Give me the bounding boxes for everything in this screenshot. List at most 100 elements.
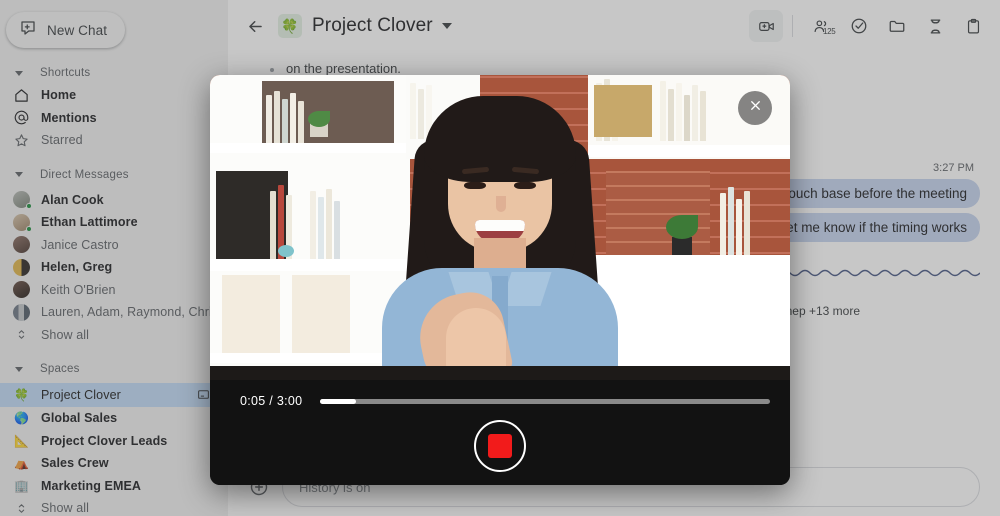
tasks-button[interactable]: [842, 10, 876, 42]
star-icon: [13, 132, 30, 149]
sidebar-item-label: Ethan Lattimore: [41, 215, 138, 230]
sidebar-item-label: Global Sales: [41, 411, 118, 426]
playback-row: 0:05 / 3:00: [210, 380, 790, 408]
clipboard-button[interactable]: [956, 10, 990, 42]
sidebar-item-group-lauren[interactable]: Lauren, Adam, Raymond, Christian: [0, 301, 239, 324]
video-scene: [210, 75, 790, 380]
files-button[interactable]: [880, 10, 914, 42]
avatar-group: [13, 258, 30, 276]
outgoing-message-group: 3:27 PM touch base before the meeting Le…: [765, 162, 981, 318]
presence-online-dot: [26, 225, 32, 232]
topbar: 🍀 Project Clover 125: [228, 0, 1000, 52]
sidebar-section-spaces[interactable]: Spaces: [0, 358, 228, 380]
sidebar-item-label: Sales Crew: [41, 456, 109, 471]
chevron-down-icon: [15, 70, 23, 76]
section-label-direct-messages: Direct Messages: [40, 168, 129, 181]
topbar-actions: 125: [745, 10, 990, 42]
new-chat-label: New Chat: [47, 22, 108, 38]
sidebar-item-alan-cook[interactable]: Alan Cook: [0, 189, 222, 212]
chat-app-window: New Chat Shortcuts Home Mentions Starred: [0, 0, 1000, 516]
section-label-shortcuts: Shortcuts: [40, 67, 91, 79]
clover-emoji-icon: 🍀: [14, 388, 29, 402]
at-mention-icon: [13, 109, 30, 126]
message-item: on the presentation.: [248, 52, 980, 76]
sidebar-section-shortcuts[interactable]: Shortcuts: [0, 62, 228, 84]
person-silhouette: [350, 80, 650, 380]
sidebar-item-global-sales[interactable]: 🌎 Global Sales: [0, 407, 222, 430]
sidebar-item-label: Project Clover Leads: [41, 433, 168, 448]
expand-chevrons-icon: [13, 500, 30, 516]
message-text: on the presentation.: [286, 61, 401, 76]
sidebar-item-label: Marketing EMEA: [41, 478, 142, 493]
member-count: 125: [823, 27, 836, 36]
video-preview[interactable]: [210, 75, 790, 380]
page-title: Project Clover: [312, 15, 433, 36]
sidebar-item-label: Alan Cook: [41, 192, 104, 207]
video-controls: 0:05 / 3:00: [210, 380, 790, 485]
sidebar: New Chat Shortcuts Home Mentions Starred: [0, 0, 239, 516]
avatar: [13, 213, 32, 232]
avatar: [13, 191, 32, 210]
home-icon: [13, 87, 30, 104]
sidebar-item-ethan-lattimore[interactable]: Ethan Lattimore: [0, 211, 222, 234]
meet-hourglass-button[interactable]: [918, 10, 952, 42]
sidebar-item-mentions[interactable]: Mentions: [0, 107, 222, 130]
chevron-down-icon[interactable]: [441, 23, 452, 29]
ruler-emoji-icon: 📐: [14, 433, 29, 448]
stop-square-icon: [488, 434, 512, 458]
avatar-group: [13, 303, 30, 321]
sidebar-show-all-spaces[interactable]: Show all: [0, 497, 222, 516]
message-bubble[interactable]: Let me know if the timing works: [765, 213, 980, 242]
new-chat-icon: [19, 19, 37, 42]
sidebar-section-direct-messages[interactable]: Direct Messages: [0, 164, 228, 186]
sidebar-item-helen-greg[interactable]: Helen, Greg: [0, 256, 222, 279]
sidebar-item-label: Project Clover: [41, 388, 121, 402]
close-button[interactable]: [738, 91, 772, 125]
section-label-spaces: Spaces: [40, 363, 80, 375]
show-all-label: Show all: [41, 327, 90, 342]
back-button[interactable]: [242, 13, 268, 39]
chevron-down-icon: [15, 172, 23, 177]
sidebar-item-label: Starred: [41, 133, 83, 148]
video-recording-overlay: 0:05 / 3:00: [210, 75, 790, 485]
sidebar-item-keith-obrien[interactable]: Keith O'Brien: [0, 279, 222, 302]
typing-squiggle-icon: [779, 265, 981, 283]
presence-online-dot: [26, 203, 32, 210]
timecode-label: 0:05 / 3:00: [240, 394, 303, 408]
reactions-more-label[interactable]: nep +13 more: [786, 304, 860, 318]
add-video-button[interactable]: [749, 10, 783, 42]
room-emoji-icon: 🍀: [278, 14, 302, 38]
building-emoji-icon: 🏢: [14, 478, 29, 493]
chevron-down-icon: [15, 366, 23, 372]
sidebar-item-sales-crew[interactable]: ⛺ Sales Crew: [0, 452, 222, 475]
stop-record-button[interactable]: [474, 420, 526, 472]
sidebar-item-project-clover-leads[interactable]: 📐 Project Clover Leads: [0, 430, 222, 453]
progress-scrubber[interactable]: [320, 398, 770, 404]
sidebar-show-all-direct-messages[interactable]: Show all: [0, 324, 222, 347]
sidebar-item-label: Janice Castro: [41, 237, 119, 252]
list-bullet: [270, 68, 274, 72]
sidebar-item-home[interactable]: Home: [0, 84, 222, 107]
message-bubble[interactable]: touch base before the meeting: [771, 179, 980, 208]
sidebar-item-label: Home: [41, 88, 77, 103]
record-row: [210, 420, 790, 472]
toolbar-divider: [792, 15, 793, 37]
members-button[interactable]: 125: [804, 10, 838, 42]
expand-chevrons-icon: [13, 326, 30, 343]
show-all-label: Show all: [41, 501, 90, 516]
sidebar-item-marketing-emea[interactable]: 🏢 Marketing EMEA: [0, 475, 222, 498]
progress-fill: [320, 398, 357, 404]
sidebar-item-project-clover[interactable]: 🍀 Project Clover: [0, 383, 222, 407]
image-attachment-icon: [197, 388, 210, 406]
close-icon: [748, 98, 763, 118]
sidebar-item-janice-castro[interactable]: Janice Castro: [0, 234, 222, 257]
tent-emoji-icon: ⛺: [14, 456, 29, 471]
sidebar-item-label: Keith O'Brien: [41, 282, 116, 297]
message-timestamp: 3:27 PM: [933, 162, 974, 174]
sidebar-item-label: Helen, Greg: [41, 260, 113, 275]
new-chat-button[interactable]: New Chat: [6, 12, 126, 48]
sidebar-item-label: Mentions: [41, 110, 97, 125]
sidebar-item-starred[interactable]: Starred: [0, 129, 222, 152]
avatar: [13, 281, 30, 299]
avatar: [13, 236, 30, 254]
